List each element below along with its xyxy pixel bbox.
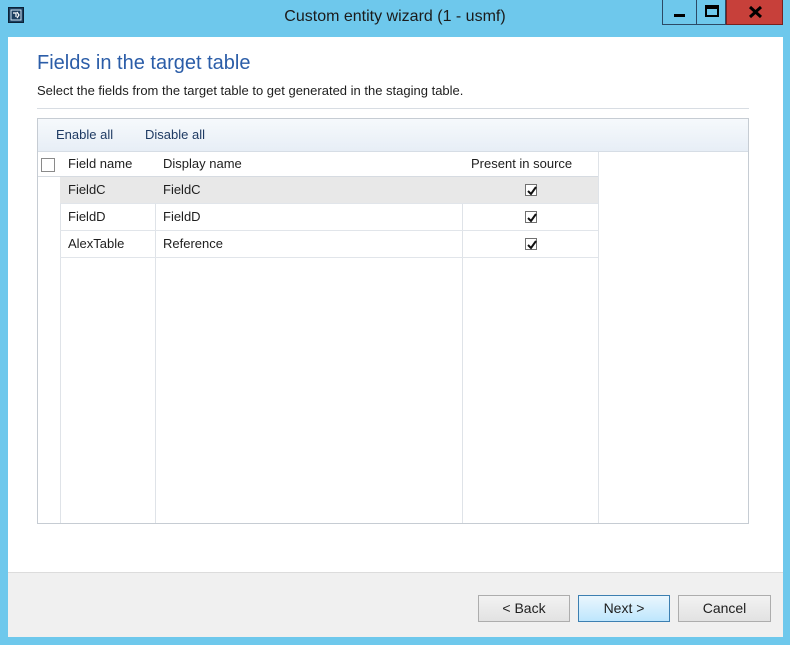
minimize-icon xyxy=(674,14,685,17)
column-header-field-name[interactable]: Field name xyxy=(68,152,132,176)
checkmark-icon xyxy=(527,213,537,223)
fields-grid: Field name Display name Present in sourc… xyxy=(38,152,748,523)
wizard-content: Fields in the target table Select the fi… xyxy=(8,37,783,637)
title-bar[interactable]: Custom entity wizard (1 - usmf) xyxy=(0,0,790,36)
page-title: Fields in the target table xyxy=(37,52,251,74)
table-row[interactable]: FieldC FieldC xyxy=(60,177,598,204)
field-name-cell: AlexTable xyxy=(68,236,125,251)
next-button[interactable]: Next > xyxy=(578,595,670,622)
present-in-source-checkbox[interactable] xyxy=(525,238,537,250)
column-divider xyxy=(598,152,599,523)
page-description: Select the fields from the target table … xyxy=(37,83,464,98)
fields-grid-panel: Enable all Disable all Field name Displa… xyxy=(37,118,749,524)
table-row[interactable]: FieldD FieldD xyxy=(60,204,598,231)
present-in-source-checkbox[interactable] xyxy=(525,211,537,223)
display-name-cell: Reference xyxy=(163,236,223,251)
wizard-window: Custom entity wizard (1 - usmf) Fields i… xyxy=(0,0,790,645)
close-button[interactable] xyxy=(726,0,783,25)
display-name-cell: FieldC xyxy=(163,182,201,197)
cancel-button[interactable]: Cancel xyxy=(678,595,771,622)
minimize-button[interactable] xyxy=(662,0,696,25)
grid-action-bar: Enable all Disable all xyxy=(38,119,748,152)
grid-header: Field name Display name Present in sourc… xyxy=(38,152,598,177)
checkmark-icon xyxy=(527,186,537,196)
table-row[interactable]: AlexTable Reference xyxy=(60,231,598,258)
present-in-source-checkbox[interactable] xyxy=(525,184,537,196)
checkmark-icon xyxy=(527,240,537,250)
column-header-display-name[interactable]: Display name xyxy=(163,152,242,176)
select-all-checkbox[interactable] xyxy=(41,158,55,172)
field-name-cell: FieldD xyxy=(68,209,106,224)
close-icon xyxy=(748,5,763,19)
display-name-cell: FieldD xyxy=(163,209,201,224)
maximize-icon xyxy=(705,5,719,17)
field-name-cell: FieldC xyxy=(68,182,106,197)
back-button[interactable]: < Back xyxy=(478,595,570,622)
maximize-button[interactable] xyxy=(696,0,726,25)
enable-all-button[interactable]: Enable all xyxy=(56,127,113,142)
column-header-present-in-source[interactable]: Present in source xyxy=(471,152,572,176)
disable-all-button[interactable]: Disable all xyxy=(145,127,205,142)
title-divider xyxy=(37,108,749,109)
